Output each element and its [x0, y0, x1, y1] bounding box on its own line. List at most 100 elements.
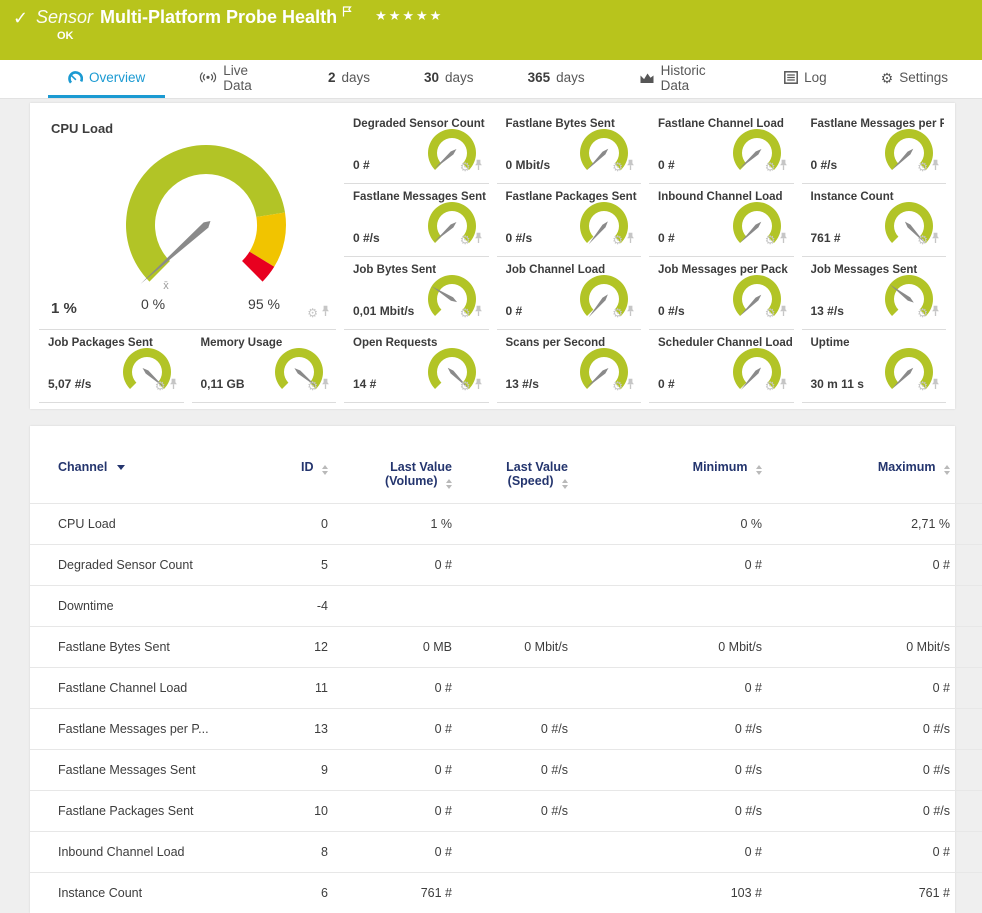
job-bytes-sent-panel[interactable]: Job Bytes Sent0,01 Mbit/s⚙ [344, 257, 489, 330]
table-row[interactable]: Fastlane Messages per P...130 #0 #/s0 #/… [30, 709, 982, 750]
tab-30-days[interactable]: 30days [404, 60, 494, 98]
priority-stars[interactable]: ★★★★★ [375, 8, 443, 24]
table-row[interactable]: Degraded Sensor Count50 #0 #0 #⚙⚙ [30, 545, 982, 586]
cell-last-volume: 0 # [336, 545, 460, 586]
gauge-settings-gear-icon[interactable]: ⚙ [765, 234, 776, 246]
table-row[interactable]: CPU Load01 %0 %2,71 %⚙⚙ [30, 504, 982, 545]
gauge-settings-gear-icon[interactable]: ⚙ [460, 234, 471, 246]
pin-icon[interactable] [626, 158, 635, 176]
pin-icon[interactable] [779, 304, 788, 322]
inbound-channel-load-panel[interactable]: Inbound Channel Load0 #⚙ [649, 184, 794, 257]
pin-icon[interactable] [626, 231, 635, 249]
pin-icon[interactable] [931, 158, 940, 176]
degraded-sensor-count-panel[interactable]: Degraded Sensor Count0 #⚙ [344, 111, 489, 184]
cell-last-speed: 0 #/s [460, 709, 576, 750]
cell-last-volume: 0 # [336, 832, 460, 873]
pin-icon[interactable] [931, 304, 940, 322]
tab-number: 30 [424, 70, 439, 85]
gauge-settings-gear-icon[interactable]: ⚙ [612, 234, 623, 246]
cell-id: 13 [264, 709, 336, 750]
pin-icon[interactable] [931, 377, 940, 395]
scans-per-second-panel[interactable]: Scans per Second13 #/s⚙ [497, 330, 642, 403]
table-row[interactable]: Fastlane Messages Sent90 #0 #/s0 #/s0 #/… [30, 750, 982, 791]
job-channel-load-panel[interactable]: Job Channel Load0 #⚙ [497, 257, 642, 330]
cell-maximum: 0 #/s [770, 791, 958, 832]
table-row[interactable]: Fastlane Packages Sent100 #0 #/s0 #/s0 #… [30, 791, 982, 832]
fastlane-messages-per-pack-panel[interactable]: Fastlane Messages per Pack0 #/s⚙ [802, 111, 947, 184]
gauge-settings-gear-icon[interactable]: ⚙ [917, 161, 928, 173]
tab-overview[interactable]: Overview [48, 60, 165, 98]
pin-icon[interactable] [169, 377, 178, 395]
job-messages-sent-panel[interactable]: Job Messages Sent13 #/s⚙ [802, 257, 947, 330]
tab-2-days[interactable]: 2days [308, 60, 390, 98]
sort-arrows-icon [562, 479, 568, 489]
gauge-settings-gear-icon[interactable]: ⚙ [917, 234, 928, 246]
gauge-settings-gear-icon[interactable]: ⚙ [612, 307, 623, 319]
tab-settings[interactable]: ⚙Settings [861, 60, 968, 98]
fastlane-channel-load-panel[interactable]: Fastlane Channel Load0 #⚙ [649, 111, 794, 184]
cell-edit: ⚙⚙ [958, 709, 982, 750]
column-header-last-speed[interactable]: Last Value(Speed) [460, 446, 576, 504]
pin-icon[interactable] [474, 377, 483, 395]
fastlane-messages-sent-panel[interactable]: Fastlane Messages Sent0 #/s⚙ [344, 184, 489, 257]
fastlane-bytes-sent-panel[interactable]: Fastlane Bytes Sent0 Mbit/s⚙ [497, 111, 642, 184]
memory-usage-panel[interactable]: Memory Usage0,11 GB⚙ [192, 330, 337, 403]
instance-count-panel[interactable]: Instance Count761 #⚙ [802, 184, 947, 257]
gauge-settings-gear-icon[interactable]: ⚙ [460, 380, 471, 392]
gauge-settings-gear-icon[interactable]: ⚙ [460, 307, 471, 319]
table-row[interactable]: Instance Count6761 #103 #761 #⚙⚙ [30, 873, 982, 913]
gauge-settings-gear-icon[interactable]: ⚙ [460, 161, 471, 173]
gauge-settings-gear-icon[interactable]: ⚙ [307, 380, 318, 392]
gauge-settings-gear-icon[interactable]: ⚙ [612, 161, 623, 173]
column-header-id[interactable]: ID [264, 446, 336, 504]
column-header-minimum[interactable]: Minimum [576, 446, 770, 504]
gauge-settings-gear-icon[interactable]: ⚙ [917, 307, 928, 319]
pin-icon[interactable] [321, 377, 330, 395]
pin-icon[interactable] [321, 304, 330, 322]
sort-arrows-icon [756, 465, 762, 475]
pin-icon[interactable] [474, 304, 483, 322]
pin-icon[interactable] [779, 231, 788, 249]
pin-icon[interactable] [626, 304, 635, 322]
tab-label: days [556, 70, 585, 85]
gauge-settings-gear-icon[interactable]: ⚙ [917, 380, 928, 392]
tab-365-days[interactable]: 365days [508, 60, 605, 98]
gauge-settings-gear-icon[interactable]: ⚙ [765, 380, 776, 392]
tab-log[interactable]: Log [764, 60, 847, 98]
pin-icon[interactable] [779, 158, 788, 176]
pin-icon[interactable] [626, 377, 635, 395]
fastlane-packages-sent-panel[interactable]: Fastlane Packages Sent0 #/s⚙ [497, 184, 642, 257]
table-row[interactable]: Fastlane Bytes Sent120 MB0 Mbit/s0 Mbit/… [30, 627, 982, 668]
gauge-value: 0,11 GB [201, 377, 245, 391]
pin-icon[interactable] [931, 231, 940, 249]
cell-channel: Downtime [30, 586, 264, 627]
scheduler-channel-load-panel[interactable]: Scheduler Channel Load0 #⚙ [649, 330, 794, 403]
pin-icon[interactable] [474, 158, 483, 176]
gauge-settings-gear-icon[interactable]: ⚙ [765, 307, 776, 319]
flag-icon[interactable] [342, 1, 353, 22]
gauge-settings-gear-icon[interactable]: ⚙ [307, 307, 318, 319]
tab-historic-data[interactable]: Historic Data [619, 60, 751, 98]
pin-icon[interactable] [474, 231, 483, 249]
gauge-settings-gear-icon[interactable]: ⚙ [612, 380, 623, 392]
gauge-value: 0 #/s [506, 231, 533, 245]
open-requests-panel[interactable]: Open Requests14 #⚙ [344, 330, 489, 403]
table-row[interactable]: Fastlane Channel Load110 #0 #0 #⚙⚙ [30, 668, 982, 709]
uptime-panel[interactable]: Uptime30 m 11 s⚙ [802, 330, 947, 403]
gauge-settings-gear-icon[interactable]: ⚙ [155, 380, 166, 392]
cell-maximum: 0 #/s [770, 709, 958, 750]
column-header-maximum[interactable]: Maximum [770, 446, 958, 504]
cpu-load-panel[interactable]: CPU Load x̄0 %95 % 1 % ⚙ [39, 111, 336, 330]
cell-id: 5 [264, 545, 336, 586]
table-row[interactable]: Downtime-4⚙⚙ [30, 586, 982, 627]
tab-live-data[interactable]: Live Data [179, 60, 294, 98]
channel-table-card: Channel ID Last Value(Volume) Last Value… [30, 426, 955, 913]
gauge-settings-gear-icon[interactable]: ⚙ [765, 161, 776, 173]
table-row[interactable]: Inbound Channel Load80 #0 #0 #⚙⚙ [30, 832, 982, 873]
column-header-channel[interactable]: Channel [30, 446, 264, 504]
job-packages-sent-panel[interactable]: Job Packages Sent5,07 #/s⚙ [39, 330, 184, 403]
column-header-last-volume[interactable]: Last Value(Volume) [336, 446, 460, 504]
cell-last-speed: 0 Mbit/s [460, 627, 576, 668]
job-messages-per-pack-panel[interactable]: Job Messages per Pack0 #/s⚙ [649, 257, 794, 330]
pin-icon[interactable] [779, 377, 788, 395]
